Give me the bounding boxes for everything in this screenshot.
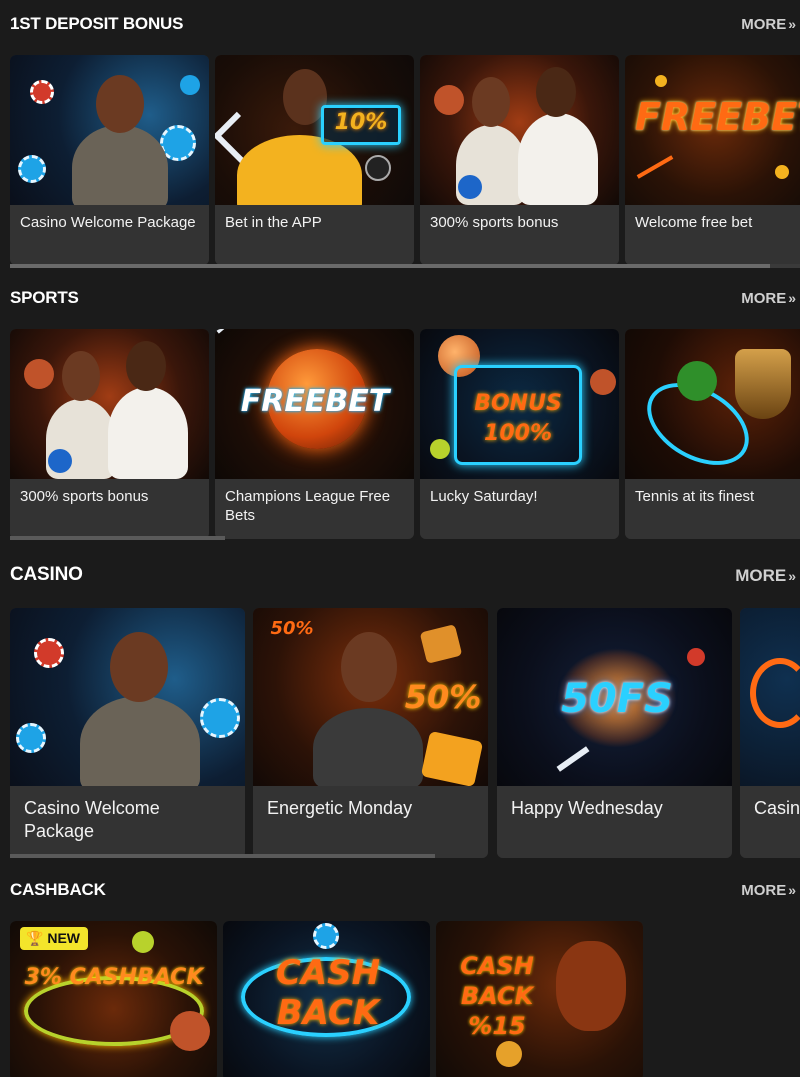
section-header: CASINO MORE»: [0, 560, 800, 590]
more-label: MORE: [741, 16, 787, 33]
more-link[interactable]: MORE»: [735, 566, 796, 586]
promo-image: [10, 55, 209, 205]
promo-label: Bet in the APP: [215, 205, 414, 265]
promo-card[interactable]: FREEBET Welcome free bet: [625, 55, 800, 265]
row-scroll-thumb[interactable]: [10, 264, 770, 268]
promo-card[interactable]: 50FS Happy Wednesday: [497, 608, 732, 858]
promo-image: [740, 608, 800, 786]
promo-label: Lucky Saturday!: [420, 479, 619, 539]
promo-label: Happy Wednesday: [497, 786, 732, 858]
promo-image: [625, 329, 800, 479]
promo-card[interactable]: 10% Bet in the APP: [215, 55, 414, 265]
promo-card[interactable]: 🏆 NEW 3% CASHBACK: [10, 921, 217, 1077]
promo-image: BONUS 100%: [420, 329, 619, 479]
chevron-double-right-icon: »: [788, 16, 796, 32]
promo-label: Welcome free bet: [625, 205, 800, 265]
promo-label: Casin Cash: [740, 786, 800, 858]
art-text: 50%: [404, 678, 482, 716]
promo-card[interactable]: Casino Welcome Package: [10, 55, 209, 265]
promo-image: CASH BACK %15: [436, 921, 643, 1077]
promo-image: 50% 50%: [253, 608, 488, 786]
promo-label: Tennis at its finest: [625, 479, 800, 539]
promo-image: 50FS: [497, 608, 732, 786]
section-header: 1ST DEPOSIT BONUS MORE»: [0, 10, 800, 40]
section-title: CASINO: [10, 564, 83, 585]
art-text: CASH BACK %15: [460, 952, 534, 1040]
art-text: 3% CASHBACK: [24, 965, 204, 990]
row-scroll-thumb[interactable]: [10, 854, 435, 858]
promo-image: 🏆 NEW 3% CASHBACK: [10, 921, 217, 1077]
promo-label: Casino Welcome Package: [10, 786, 245, 858]
row-scrollbar[interactable]: [10, 264, 800, 268]
badge-label: NEW: [47, 930, 80, 946]
promo-card[interactable]: BONUS 100% Lucky Saturday!: [420, 329, 619, 539]
promo-image: [10, 329, 209, 479]
promo-row[interactable]: Casino Welcome Package 50% 50% Energetic…: [0, 608, 800, 863]
more-label: MORE: [741, 882, 787, 899]
section-title: 1ST DEPOSIT BONUS: [10, 14, 184, 33]
promo-row[interactable]: 🏆 NEW 3% CASHBACK CASH BACK CASH BACK %1…: [0, 921, 800, 1077]
more-link[interactable]: MORE»: [741, 290, 796, 307]
trophy-icon: 🏆: [26, 930, 44, 946]
promo-row[interactable]: 300% sports bonus FREEBET Champions Leag…: [0, 329, 800, 544]
promo-card[interactable]: CASH BACK %15: [436, 921, 643, 1077]
art-text: CASH BACK: [275, 953, 381, 1033]
art-text: BONUS 100%: [474, 391, 562, 446]
art-text: FREEBET: [240, 384, 390, 419]
more-label: MORE: [735, 566, 787, 585]
chevron-double-right-icon: »: [788, 882, 796, 898]
section-header: SPORTS MORE»: [0, 284, 800, 314]
promo-label: 300% sports bonus: [420, 205, 619, 265]
promo-card[interactable]: 300% sports bonus: [420, 55, 619, 265]
promo-card[interactable]: Casin Cash: [740, 608, 800, 858]
promo-card[interactable]: FREEBET Champions League Free Bets: [215, 329, 414, 539]
promo-image: [420, 55, 619, 205]
promo-card[interactable]: 300% sports bonus: [10, 329, 209, 539]
promo-image: [10, 608, 245, 786]
row-scroll-thumb[interactable]: [10, 536, 225, 540]
art-text: 50FS: [561, 676, 673, 722]
section-header: CASHBACK MORE»: [0, 876, 800, 906]
art-text: 10%: [334, 110, 388, 135]
chevron-double-right-icon: »: [788, 568, 796, 584]
promo-label: Champions League Free Bets: [215, 479, 414, 539]
art-text: FREEBET: [635, 95, 800, 139]
promo-card[interactable]: CASH BACK: [223, 921, 430, 1077]
promo-image: CASH BACK: [223, 921, 430, 1077]
row-scrollbar[interactable]: [10, 536, 800, 540]
promo-label: Energetic Monday: [253, 786, 488, 858]
more-label: MORE: [741, 290, 787, 307]
more-link[interactable]: MORE»: [741, 16, 796, 33]
promo-label: 300% sports bonus: [10, 479, 209, 539]
more-link[interactable]: MORE»: [741, 882, 796, 899]
new-badge: 🏆 NEW: [20, 927, 88, 950]
promo-image: FREEBET: [625, 55, 800, 205]
promo-image: 10%: [215, 55, 414, 205]
chevron-double-right-icon: »: [788, 290, 796, 306]
promo-row[interactable]: Casino Welcome Package 10% Bet in the AP…: [0, 55, 800, 270]
section-title: SPORTS: [10, 288, 79, 307]
promo-card[interactable]: Casino Welcome Package: [10, 608, 245, 858]
row-scrollbar[interactable]: [10, 854, 800, 858]
section-title: CASHBACK: [10, 880, 106, 899]
promo-label: Casino Welcome Package: [10, 205, 209, 265]
promo-image: FREEBET: [215, 329, 414, 479]
promo-card[interactable]: Tennis at its finest: [625, 329, 800, 539]
promo-card[interactable]: 50% 50% Energetic Monday: [253, 608, 488, 858]
